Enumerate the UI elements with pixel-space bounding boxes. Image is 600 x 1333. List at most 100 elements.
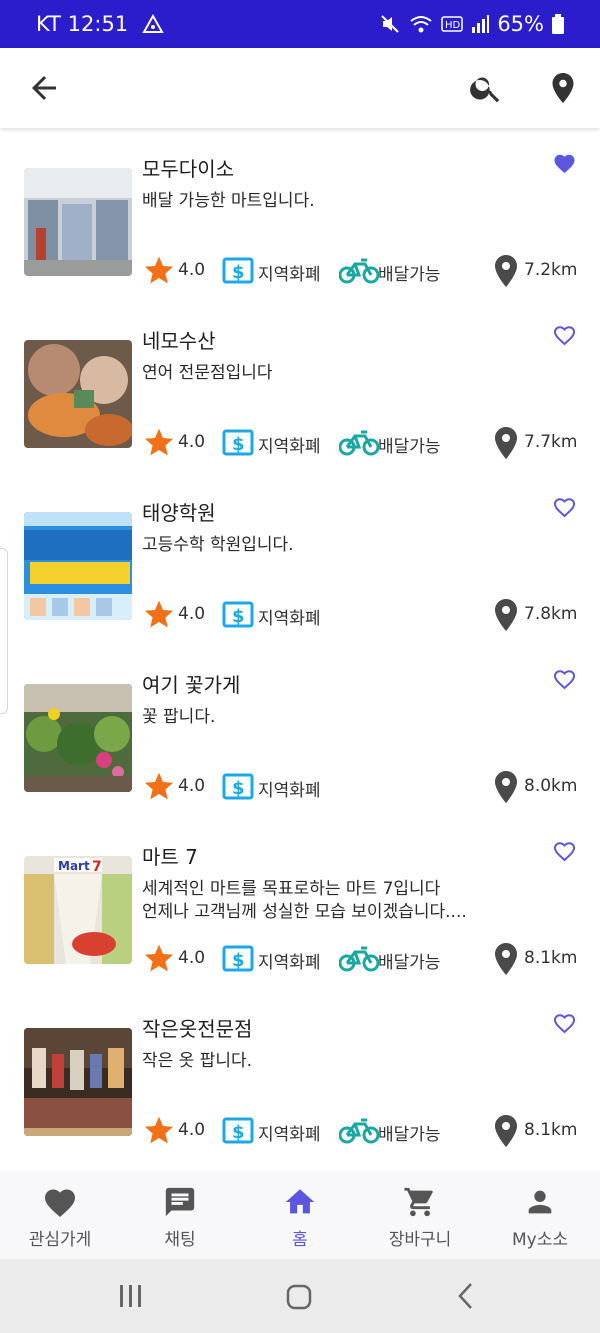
delivery-label: 배달가능 — [378, 953, 441, 973]
store-item[interactable]: 네모수산 연어 전문점입니다 4.0 $ 지역화폐 배달가능 7.7km — [0, 300, 600, 472]
delivery-label: 배달가능 — [378, 1125, 441, 1145]
store-description: 작은 옷 팝니다. — [142, 1051, 253, 1071]
store-thumbnail — [24, 684, 132, 792]
store-name: 여기 꽃가게 — [142, 673, 241, 697]
nav-item-my[interactable]: My소소 — [480, 1171, 600, 1259]
store-description: 세계적인 마트를 목표로하는 마트 7입니다 언제나 고객님께 성실한 모습 보… — [142, 879, 467, 922]
home-icon — [285, 1189, 315, 1214]
nav-label: 채팅 — [164, 1230, 196, 1250]
store-item[interactable]: Mart 7 마트 7 세계적인 마트를 목표로하는 마트 7입니다 언제나 고객… — [0, 816, 600, 988]
store-item[interactable]: 모두다이소 배달 가능한 마트입니다. 4.0 $ 지역화폐 배달가능 7.2k… — [0, 128, 600, 300]
svg-text:$: $ — [232, 950, 245, 971]
location-pin-icon[interactable] — [545, 69, 581, 107]
store-meta: 4.0 $ 지역화폐 배달가능 8.1km — [142, 1114, 592, 1148]
heart-outline-icon[interactable] — [552, 1012, 577, 1034]
svg-text:Mart: Mart — [58, 859, 90, 873]
store-item[interactable]: 작은옷전문점 작은 옷 팝니다. 4.0 $ 지역화폐 배달가능 8.1km — [0, 988, 600, 1160]
currency-label: 지역화폐 — [258, 953, 321, 973]
nav-label: 장바구니 — [388, 1230, 452, 1250]
distance-pin-icon — [495, 255, 517, 287]
store-rating: 4.0 — [178, 776, 206, 796]
system-back-icon[interactable] — [457, 1282, 475, 1310]
store-rating: 4.0 — [178, 260, 206, 280]
store-description: 배달 가능한 마트입니다. — [142, 191, 315, 211]
delivery-label: 배달가능 — [378, 265, 441, 285]
store-name: 모두다이소 — [142, 157, 234, 181]
store-description: 꽃 팝니다. — [142, 707, 216, 727]
mute-icon — [381, 15, 400, 33]
star-icon — [144, 1116, 174, 1144]
currency-icon: $ — [222, 945, 254, 972]
bicycle-icon — [339, 258, 379, 284]
store-thumbnail — [24, 168, 132, 276]
store-name: 마트 7 — [142, 845, 198, 869]
store-thumbnail — [24, 340, 132, 448]
recent-apps-icon[interactable] — [118, 1283, 144, 1309]
store-distance: 7.8km — [524, 604, 578, 624]
store-name: 작은옷전문점 — [142, 1017, 253, 1041]
store-meta: 4.0 $ 지역화폐 8.0km — [142, 770, 592, 804]
store-item[interactable]: 여기 꽃가게 꽃 팝니다. 4.0 $ 지역화폐 8.0km — [0, 644, 600, 816]
star-icon — [144, 256, 174, 284]
status-time: KT 12:51 — [36, 12, 129, 36]
store-distance: 7.2km — [524, 260, 578, 280]
bottom-navigation: 관심가게 채팅 홈 장바구니 My소소 — [0, 1171, 600, 1259]
battery-icon — [552, 14, 564, 34]
arrow-back-icon[interactable] — [26, 70, 62, 106]
store-meta: 4.0 $ 지역화폐 배달가능 8.1km — [142, 942, 592, 976]
nav-label: 관심가게 — [28, 1230, 92, 1250]
signal-icon — [472, 15, 490, 33]
distance-pin-icon — [495, 943, 517, 975]
person-icon — [528, 1190, 552, 1214]
store-item[interactable]: 태양학원 고등수학 학원입니다. 4.0 $ 지역화폐 7.8km — [0, 472, 600, 644]
heart-outline-icon[interactable] — [552, 840, 577, 862]
store-distance: 8.1km — [524, 948, 578, 968]
star-icon — [144, 944, 174, 972]
svg-text:$: $ — [232, 1122, 245, 1143]
svg-text:$: $ — [232, 606, 245, 627]
nav-item-favorites[interactable]: 관심가게 — [0, 1171, 120, 1259]
store-rating: 4.0 — [178, 432, 206, 452]
app-bar — [0, 48, 600, 128]
heart-outline-icon[interactable] — [552, 324, 577, 346]
svg-text:HD: HD — [445, 20, 461, 31]
currency-icon: $ — [222, 257, 254, 284]
star-icon — [144, 428, 174, 456]
nav-item-home[interactable]: 홈 — [240, 1171, 360, 1259]
heart-outline-icon[interactable] — [552, 496, 577, 518]
svg-text:$: $ — [232, 262, 245, 283]
store-thumbnail: Mart 7 — [24, 856, 132, 964]
nav-label: My소소 — [511, 1230, 568, 1250]
store-list: 모두다이소 배달 가능한 마트입니다. 4.0 $ 지역화폐 배달가능 7.2k… — [0, 128, 600, 1171]
search-icon[interactable] — [468, 70, 504, 106]
distance-pin-icon — [495, 1115, 517, 1147]
currency-label: 지역화폐 — [258, 437, 321, 457]
distance-pin-icon — [495, 427, 517, 459]
heart-outline-icon[interactable] — [552, 668, 577, 690]
store-description: 연어 전문점입니다 — [142, 363, 273, 383]
system-home-icon[interactable] — [286, 1284, 312, 1310]
bicycle-icon — [339, 1118, 379, 1144]
currency-icon: $ — [222, 773, 254, 800]
cart-icon — [404, 1187, 433, 1217]
store-meta: 4.0 $ 지역화폐 배달가능 7.2km — [142, 254, 592, 288]
store-distance: 8.1km — [524, 1120, 578, 1140]
chat-icon — [165, 1187, 195, 1217]
store-description: 고등수학 학원입니다. — [142, 535, 294, 555]
star-icon — [144, 600, 174, 628]
hd-icon: HD — [441, 16, 464, 32]
nav-item-chat[interactable]: 채팅 — [120, 1171, 240, 1259]
system-navigation-bar — [0, 1259, 600, 1333]
svg-text:$: $ — [232, 778, 245, 799]
battery-percent: 65% — [497, 12, 544, 36]
store-distance: 8.0km — [524, 776, 578, 796]
store-rating: 4.0 — [178, 1120, 206, 1140]
store-thumbnail — [24, 512, 132, 620]
currency-icon: $ — [222, 1117, 254, 1144]
delivery-label: 배달가능 — [378, 437, 441, 457]
store-meta: 4.0 $ 지역화폐 7.8km — [142, 598, 592, 632]
currency-icon: $ — [222, 601, 254, 628]
nav-item-cart[interactable]: 장바구니 — [360, 1171, 480, 1259]
heart-filled-icon[interactable] — [552, 152, 577, 174]
star-icon — [144, 772, 174, 800]
